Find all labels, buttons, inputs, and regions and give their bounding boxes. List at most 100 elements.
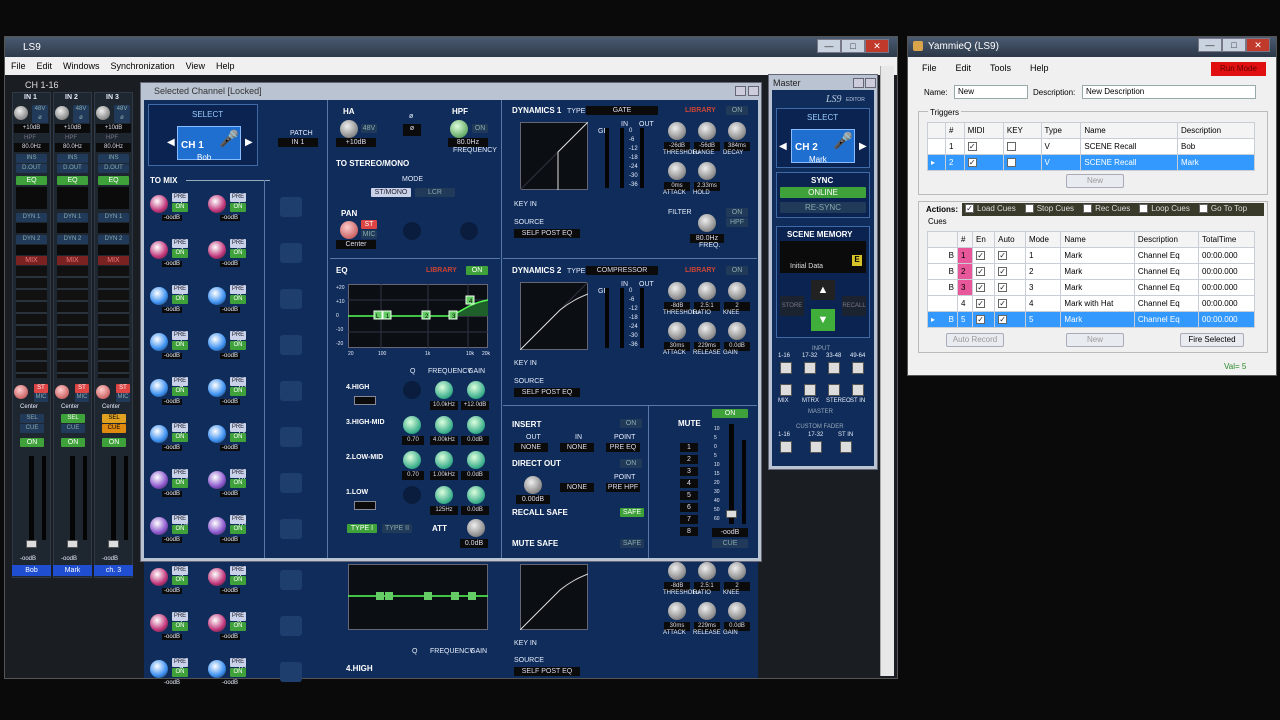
menu-synchronization[interactable]: Synchronization	[105, 57, 180, 71]
cue-row-selector[interactable]	[927, 295, 958, 312]
send-on-button[interactable]: ON	[172, 387, 188, 396]
send-knob[interactable]	[150, 425, 168, 443]
mute-group-button[interactable]: 7	[680, 515, 698, 524]
cue-number-cell[interactable]: 4	[956, 295, 974, 312]
strip-gain-knob[interactable]	[14, 106, 28, 120]
send-on-button[interactable]: ON	[172, 203, 188, 212]
direct-out-patch[interactable]: NONE	[560, 483, 594, 492]
eq-freq-knob[interactable]	[435, 381, 453, 399]
send-knob[interactable]	[208, 660, 226, 678]
cue-en-cell[interactable]: ✓	[972, 311, 996, 328]
dyn2-type-value[interactable]: COMPRESSOR	[586, 266, 658, 275]
channel-fader-cap[interactable]	[726, 510, 737, 518]
strip-fader-track[interactable]	[29, 456, 34, 548]
dyn-knob[interactable]	[728, 282, 746, 300]
eq-on-button[interactable]: ON	[466, 266, 488, 275]
cue-name-cell[interactable]: Mark	[1060, 263, 1135, 280]
strip-mic-button[interactable]: MIC	[116, 393, 130, 402]
strip-dout-button[interactable]: D.OUT	[98, 164, 129, 173]
cue-auto-cell[interactable]: ✓	[994, 247, 1026, 264]
send-pre-button[interactable]: PRE	[230, 239, 246, 248]
menu-help[interactable]: Help	[210, 57, 240, 71]
send-pre-button[interactable]: PRE	[172, 566, 188, 575]
send-on-button[interactable]: ON	[172, 622, 188, 631]
dyn-knob[interactable]	[668, 322, 686, 340]
column-header[interactable]: Name	[1060, 231, 1135, 248]
direct-out-on-button[interactable]: ON	[620, 459, 642, 468]
column-header[interactable]: TotalTime	[1198, 231, 1255, 248]
send-pre-button[interactable]: PRE	[230, 658, 246, 667]
dyn-knob[interactable]	[698, 162, 716, 180]
dyn-knob[interactable]	[668, 162, 686, 180]
cue-row[interactable]: B 3 ✓ ✓ 3 Mark Channel Eq 00:00.000	[927, 279, 1255, 296]
key-checkbox-cell[interactable]	[1002, 154, 1042, 171]
ins-point-value[interactable]: PRE EQ	[606, 443, 640, 452]
strip-pan-knob[interactable]	[96, 385, 110, 399]
cue-desc-cell[interactable]: Channel Eq	[1133, 263, 1200, 280]
cue-row[interactable]: B 1 ✓ ✓ 1 Mark Channel Eq 00:00.000	[927, 247, 1255, 264]
cue-auto-checkbox[interactable]: ✓	[998, 283, 1008, 293]
mute-group-button[interactable]: 8	[680, 527, 698, 536]
row-selector[interactable]: ▸	[926, 154, 947, 171]
yq-menu-tools[interactable]: Tools	[976, 59, 1016, 73]
ls9-scrollbar[interactable]	[880, 66, 894, 676]
send-on-button[interactable]: ON	[172, 433, 188, 442]
input-bank-button[interactable]	[828, 362, 840, 374]
channel-fader-track[interactable]	[729, 424, 734, 524]
mute-group-button[interactable]: 6	[680, 503, 698, 512]
strip-phase-button[interactable]: ø	[73, 114, 89, 123]
send-knob[interactable]	[150, 517, 168, 535]
dyn-knob[interactable]	[668, 602, 686, 620]
strip-pan-knob[interactable]	[14, 385, 28, 399]
eq-freq-knob[interactable]	[435, 416, 453, 434]
dyn-knob[interactable]	[728, 322, 746, 340]
recall-safe-button[interactable]: SAFE	[620, 508, 644, 517]
output-bank-button[interactable]	[780, 384, 792, 396]
send-knob[interactable]	[208, 195, 226, 213]
cue-number-cell[interactable]: 1	[956, 247, 974, 264]
action-option[interactable]: Loop Cues	[1136, 203, 1196, 216]
scene-up-button[interactable]: ▲	[811, 280, 835, 300]
strip-fader-track[interactable]	[111, 456, 116, 548]
cue-name-cell[interactable]: Mark	[1060, 311, 1135, 328]
eq-q-knob[interactable]	[403, 451, 421, 469]
send-knob[interactable]	[208, 241, 226, 259]
send-pre-button[interactable]: PRE	[230, 331, 246, 340]
action-checkbox[interactable]: ✓	[965, 204, 974, 214]
input-bank-button[interactable]	[804, 362, 816, 374]
cue-time-cell[interactable]: 00:00.000	[1198, 247, 1255, 264]
send-on-button[interactable]: ON	[230, 295, 246, 304]
action-option[interactable]: Rec Cues	[1080, 203, 1136, 216]
strip-48v-button[interactable]: 48V	[32, 105, 48, 114]
send-on-button[interactable]: ON	[172, 341, 188, 350]
cue-en-cell[interactable]: ✓	[972, 295, 996, 312]
strip-gain-knob[interactable]	[55, 106, 69, 120]
master-min-button[interactable]: _	[853, 78, 864, 88]
st-mono-button[interactable]: ST/MONO	[371, 188, 411, 197]
send-on-button[interactable]: ON	[230, 387, 246, 396]
cue-en-checkbox[interactable]: ✓	[976, 251, 986, 261]
column-header[interactable]: Auto	[994, 231, 1026, 248]
dyn-knob[interactable]	[698, 602, 716, 620]
cue-row[interactable]: B 2 ✓ ✓ 2 Mark Channel Eq 00:00.000	[927, 263, 1255, 280]
eq-shelf-toggle[interactable]	[354, 396, 376, 405]
insert-on-button[interactable]: ON	[620, 419, 642, 428]
cue-name-cell[interactable]: Mark	[1060, 247, 1135, 264]
hpf-on-button[interactable]: ON	[472, 124, 488, 133]
strip-ins-button[interactable]: INS	[98, 154, 129, 163]
send-knob[interactable]	[150, 195, 168, 213]
send-pre-button[interactable]: PRE	[230, 377, 246, 386]
cue-time-cell[interactable]: 00:00.000	[1198, 279, 1255, 296]
dyn-knob[interactable]	[698, 122, 716, 140]
lcr-button[interactable]: LCR	[415, 188, 455, 197]
do-point-value[interactable]: PRE HPF	[606, 483, 640, 492]
send-pre-button[interactable]: PRE	[172, 239, 188, 248]
send-on-button[interactable]: ON	[230, 203, 246, 212]
mute-safe-button[interactable]: SAFE	[620, 539, 644, 548]
send-knob[interactable]	[150, 568, 168, 586]
strip-st-button[interactable]: ST	[75, 384, 89, 393]
send-knob[interactable]	[150, 287, 168, 305]
cue-en-checkbox[interactable]: ✓	[976, 283, 986, 293]
send-pre-button[interactable]: PRE	[172, 377, 188, 386]
send-knob[interactable]	[208, 517, 226, 535]
